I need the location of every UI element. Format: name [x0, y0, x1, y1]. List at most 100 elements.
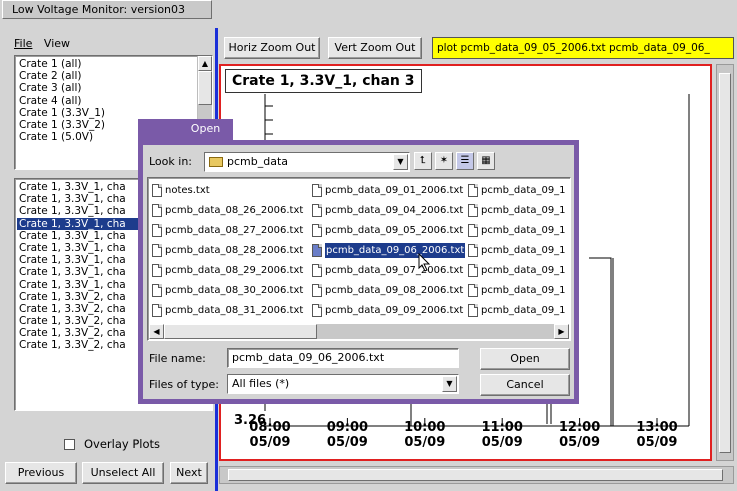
- file-item[interactable]: pcmb_data_09_1: [468, 302, 566, 318]
- horiz-zoom-out-button[interactable]: Horiz Zoom Out: [224, 37, 320, 59]
- menu-bar: File View: [14, 37, 70, 50]
- file-icon: [468, 303, 478, 317]
- plot-vertical-scrollbar[interactable]: [716, 64, 734, 461]
- window-title: Low Voltage Monitor: version03: [12, 3, 186, 16]
- next-button[interactable]: Next: [170, 462, 208, 484]
- file-icon: [312, 303, 322, 317]
- file-list[interactable]: notes.txt pcmb_data_09_01_2006.txt pcmb_da…: [147, 177, 571, 341]
- x-tick-time: 12:00: [558, 420, 601, 435]
- file-item[interactable]: pcmb_data_09_04_2006.txt: [312, 202, 463, 218]
- x-tick-label: 11:00 05/09: [472, 420, 532, 450]
- file-item[interactable]: pcmb_data_09_01_2006.txt: [312, 182, 463, 198]
- file-icon: [152, 303, 162, 317]
- x-tick-time: 11:00: [481, 420, 523, 435]
- crate-list-item[interactable]: Crate 4 (all): [17, 95, 197, 107]
- look-in-combobox[interactable]: pcmb_data ▼: [204, 152, 410, 172]
- file-icon: [312, 263, 322, 277]
- file-name-text: pcmb_data_09_04_2006.txt: [325, 204, 464, 216]
- file-name-text: pcmb_data_09_1: [481, 204, 566, 216]
- file-name-text: pcmb_data_09_05_2006.txt: [325, 224, 464, 236]
- file-item[interactable]: pcmb_data_08_31_2006.txt: [152, 302, 303, 318]
- scrollbar-thumb[interactable]: [198, 71, 212, 105]
- crate-list-item[interactable]: Crate 3 (all): [17, 82, 197, 94]
- previous-button[interactable]: Previous: [5, 462, 77, 484]
- file-item[interactable]: pcmb_data_09_1: [468, 262, 566, 278]
- menu-view[interactable]: View: [44, 37, 70, 50]
- crate-list-item[interactable]: Crate 2 (all): [17, 70, 197, 82]
- file-item[interactable]: pcmb_data_09_1: [468, 182, 566, 198]
- file-name-text: pcmb_data_08_30_2006.txt: [165, 284, 304, 296]
- file-name-text: pcmb_data_09_09_2006.txt: [325, 304, 464, 316]
- file-name-text: notes.txt: [165, 184, 210, 196]
- file-item[interactable]: pcmb_data_09_06_2006.txt: [312, 241, 467, 259]
- file-item[interactable]: pcmb_data_09_1: [468, 202, 566, 218]
- file-name-text: pcmb_data_09_1: [481, 304, 566, 316]
- detail-view-icon[interactable]: ▦: [477, 152, 495, 170]
- file-name-text: pcmb_data_08_27_2006.txt: [165, 224, 304, 236]
- parent-folder-icon[interactable]: ⮤: [414, 152, 432, 170]
- cancel-button[interactable]: Cancel: [480, 374, 570, 396]
- scroll-up-arrow-icon[interactable]: ▲: [198, 56, 212, 71]
- open-dialog-title: Open: [190, 122, 221, 135]
- file-item[interactable]: pcmb_data_08_26_2006.txt: [152, 202, 303, 218]
- crate-list-item[interactable]: Crate 1 (3.3V_1): [17, 107, 197, 119]
- file-icon: [468, 223, 478, 237]
- plot-horizontal-scrollbar[interactable]: [219, 466, 734, 484]
- file-icon: [468, 203, 478, 217]
- mouse-cursor-icon: [418, 253, 431, 272]
- file-name-label: File name:: [149, 352, 206, 365]
- file-icon: [152, 183, 162, 197]
- scroll-left-arrow-icon[interactable]: ◀: [149, 324, 164, 339]
- chevron-down-icon[interactable]: ▼: [442, 376, 457, 392]
- plot-command-text: plot pcmb_data_09_05_2006.txt pcmb_data_…: [437, 42, 710, 54]
- look-in-value: pcmb_data: [227, 155, 289, 168]
- file-item[interactable]: pcmb_data_09_1: [468, 222, 566, 238]
- open-button[interactable]: Open: [480, 348, 570, 370]
- plot-scrollbar-thumb[interactable]: [719, 73, 731, 453]
- crate-list-item[interactable]: Crate 1 (all): [17, 58, 197, 70]
- file-name-text: pcmb_data_08_28_2006.txt: [165, 244, 304, 256]
- look-in-label: Look in:: [149, 155, 192, 168]
- folder-icon: [209, 157, 223, 167]
- file-icon: [468, 243, 478, 257]
- x-tick-time: 10:00: [404, 420, 446, 435]
- file-item[interactable]: notes.txt: [152, 182, 210, 198]
- file-item[interactable]: pcmb_data_08_27_2006.txt: [152, 222, 303, 238]
- file-item[interactable]: pcmb_data_09_07_2006.txt: [312, 262, 463, 278]
- plot-command-field[interactable]: plot pcmb_data_09_05_2006.txt pcmb_data_…: [432, 37, 734, 59]
- open-dialog-title-tab: Open: [138, 119, 233, 140]
- unselect-all-button[interactable]: Unselect All: [82, 462, 164, 484]
- file-item[interactable]: pcmb_data_08_28_2006.txt: [152, 242, 303, 258]
- file-item[interactable]: pcmb_data_08_30_2006.txt: [152, 282, 303, 298]
- vert-zoom-out-button[interactable]: Vert Zoom Out: [328, 37, 422, 59]
- x-tick-time: 08:00: [249, 420, 291, 435]
- plot-hscroll-thumb[interactable]: [228, 469, 723, 481]
- file-name-text: pcmb_data_09_1: [481, 264, 566, 276]
- file-name-text: pcmb_data_08_29_2006.txt: [165, 264, 304, 276]
- new-folder-icon[interactable]: ✶: [435, 152, 453, 170]
- file-item[interactable]: pcmb_data_09_1: [468, 242, 566, 258]
- scroll-right-arrow-icon[interactable]: ▶: [554, 324, 569, 339]
- file-list-hscroll-thumb[interactable]: [164, 324, 317, 339]
- list-view-icon[interactable]: ☰: [456, 152, 474, 170]
- file-item[interactable]: pcmb_data_09_05_2006.txt: [312, 222, 463, 238]
- file-icon: [312, 223, 322, 237]
- file-item[interactable]: pcmb_data_09_09_2006.txt: [312, 302, 463, 318]
- x-tick-time: 13:00: [636, 420, 678, 435]
- file-type-select[interactable]: All files (*) ▼: [227, 374, 459, 394]
- file-item[interactable]: pcmb_data_09_1: [468, 282, 566, 298]
- menu-file[interactable]: File: [14, 37, 32, 50]
- chevron-down-icon[interactable]: ▼: [393, 154, 408, 170]
- file-name-text: pcmb_data_09_06_2006.txt: [323, 241, 467, 259]
- checkbox-box[interactable]: [64, 438, 75, 450]
- window-title-tab: Low Voltage Monitor: version03: [2, 0, 212, 19]
- overlay-plots-checkbox[interactable]: Overlay Plots: [64, 437, 160, 451]
- file-name-text: pcmb_data_09_1: [481, 284, 566, 296]
- file-icon: [152, 243, 162, 257]
- file-icon: [152, 223, 162, 237]
- file-item[interactable]: pcmb_data_08_29_2006.txt: [152, 262, 303, 278]
- file-item[interactable]: pcmb_data_09_08_2006.txt: [312, 282, 463, 298]
- file-name-text: pcmb_data_09_1: [481, 244, 566, 256]
- file-name-input[interactable]: pcmb_data_09_06_2006.txt: [227, 348, 459, 368]
- file-list-hscrollbar[interactable]: ◀ ▶: [149, 324, 569, 339]
